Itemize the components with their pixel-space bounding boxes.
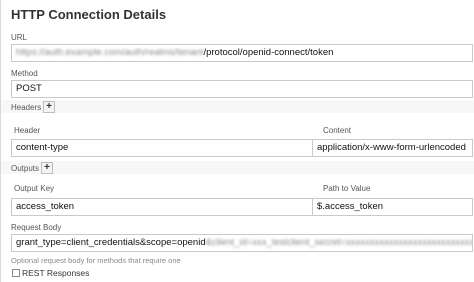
output-path-value: $.access_token xyxy=(317,201,384,212)
output-key-column-label: Output Key xyxy=(14,184,55,193)
add-header-button[interactable]: + xyxy=(43,101,55,113)
http-connection-panel: HTTP Connection Details URL https://auth… xyxy=(0,0,474,282)
request-body-redacted-part: &client_id=xxx_testclient_secret=xxxxxxx… xyxy=(205,237,473,248)
url-visible-part: /protocol/openid-connect/token xyxy=(203,47,334,58)
method-input[interactable]: POST xyxy=(11,80,473,98)
panel-title: HTTP Connection Details xyxy=(11,7,167,22)
path-column-label: Path to Value xyxy=(323,184,371,193)
rest-responses-label: REST Responses xyxy=(22,268,90,278)
output-path-input[interactable]: $.access_token xyxy=(312,198,473,216)
header-content-value: application/x-www-form-urlencoded xyxy=(317,142,466,153)
method-value: POST xyxy=(16,83,42,94)
header-column-label: Header xyxy=(14,126,41,135)
url-label: URL xyxy=(11,33,28,42)
header-name-value: content-type xyxy=(16,142,69,153)
url-redacted-part: https://auth.example.com/auth/realms/ten… xyxy=(16,47,204,58)
add-output-button[interactable]: + xyxy=(41,162,53,174)
headers-section-bar xyxy=(1,100,474,113)
output-key-value: access_token xyxy=(16,201,75,212)
rest-responses-checkbox[interactable] xyxy=(12,269,20,277)
request-body-hint: Optional request body for methods that r… xyxy=(11,256,181,265)
outputs-label: Outputs xyxy=(11,164,40,173)
header-content-input[interactable]: application/x-www-form-urlencoded xyxy=(312,139,473,157)
url-input[interactable]: https://auth.example.com/auth/realms/ten… xyxy=(11,44,473,62)
headers-label: Headers xyxy=(11,103,42,112)
header-name-input[interactable]: content-type xyxy=(11,139,314,157)
outputs-section-bar xyxy=(1,161,474,174)
content-column-label: Content xyxy=(323,126,352,135)
output-key-input[interactable]: access_token xyxy=(11,198,314,216)
method-label: Method xyxy=(11,69,38,78)
request-body-input[interactable]: grant_type=client_credentials&scope=open… xyxy=(11,234,473,252)
request-body-visible-part: grant_type=client_credentials&scope=open… xyxy=(16,237,206,248)
request-body-label: Request Body xyxy=(11,223,62,232)
